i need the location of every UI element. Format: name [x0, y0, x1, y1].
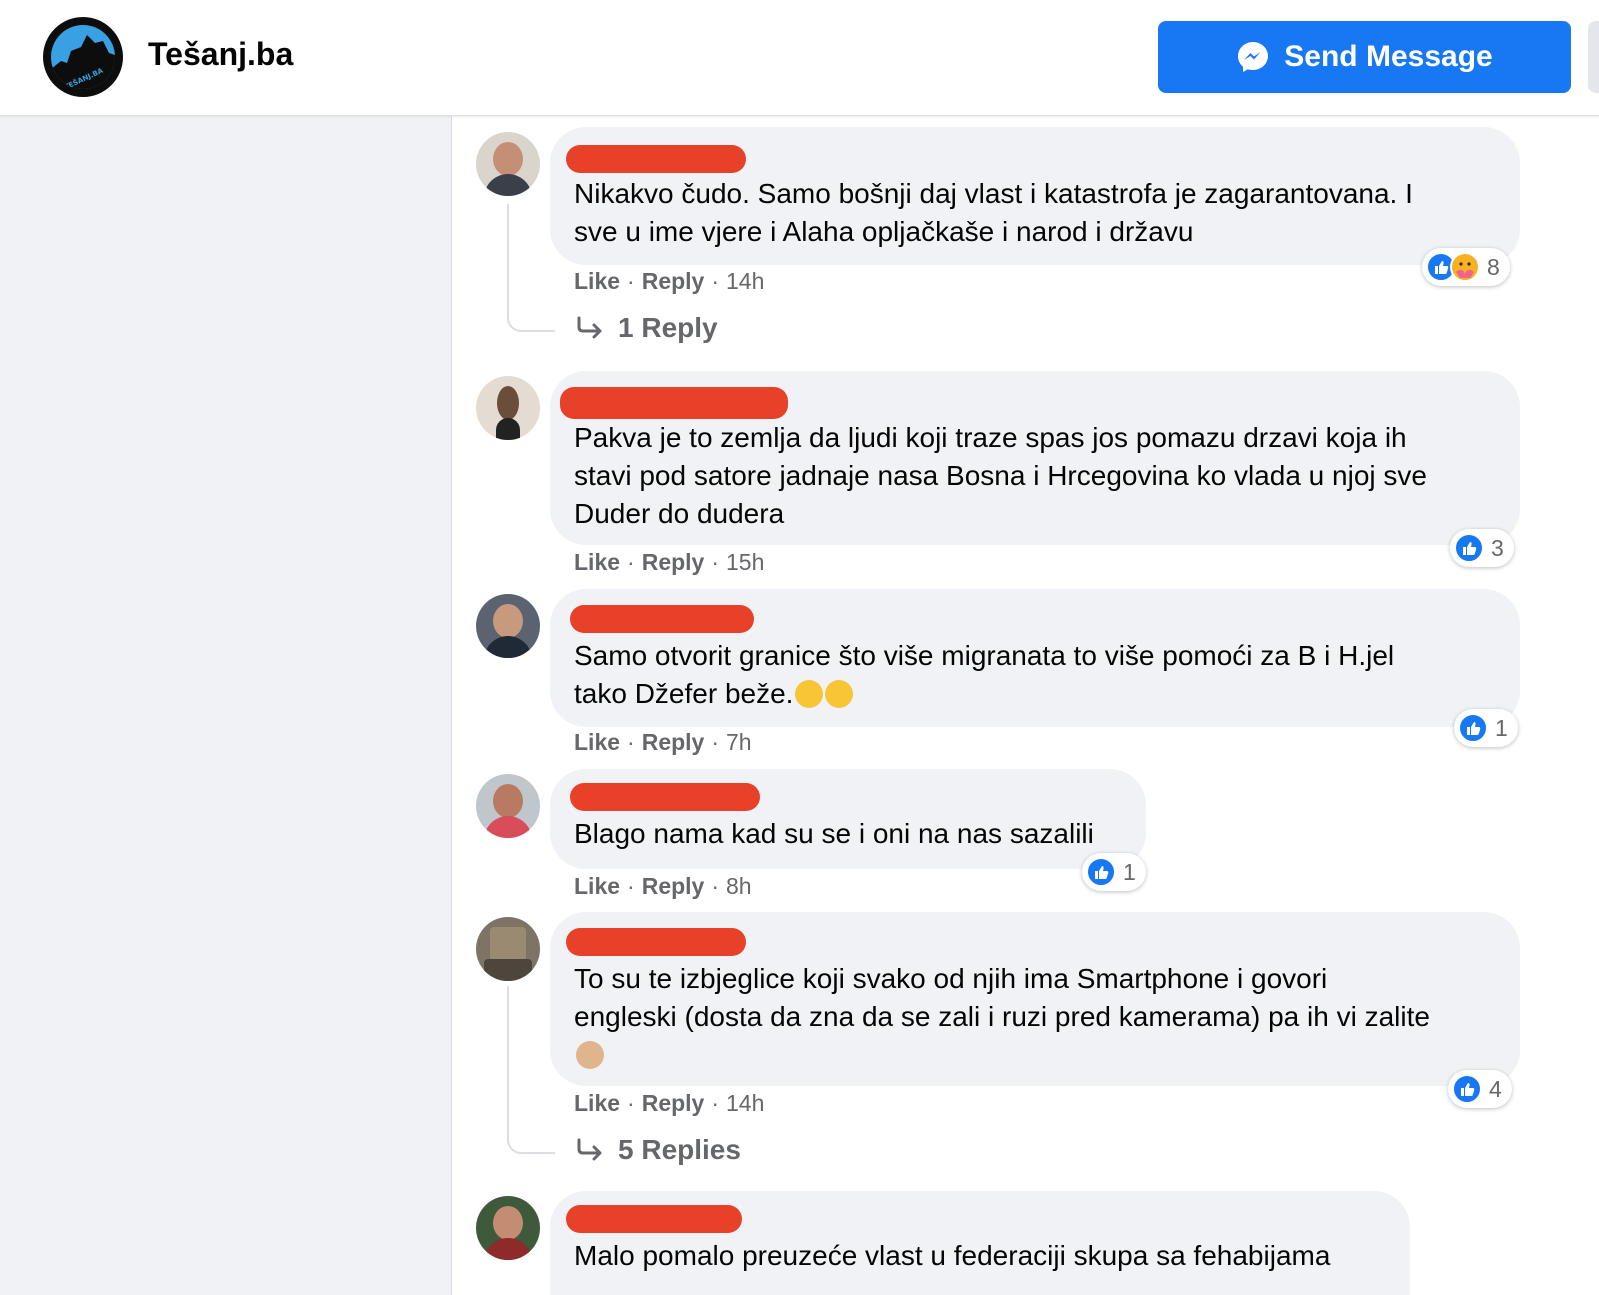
comment-actions: Like · Reply · 7h: [574, 729, 752, 756]
reaction-summary[interactable]: 3: [1450, 529, 1514, 567]
comment-text: To su te izbjeglice koji svako od njih i…: [574, 960, 1430, 1074]
comment-bubble: Pakva je to zemlja da ljudi koji traze s…: [550, 371, 1520, 545]
comment-bubble: Malo pomalo preuzeće vlast u federaciji …: [550, 1191, 1410, 1295]
like-link[interactable]: Like: [574, 1090, 620, 1117]
comment-line: stavi pod satore jadnaje nasa Bosna i Hr…: [574, 460, 1427, 491]
like-reaction-icon: [1454, 533, 1484, 563]
reply-arrow-icon: [577, 1138, 602, 1161]
comment-actions: Like · Reply · 8h: [574, 873, 752, 900]
avatar[interactable]: [476, 917, 540, 981]
comment-line: [574, 1036, 1430, 1074]
comment-actions: Like · Reply · 14h: [574, 1090, 765, 1117]
comment-bubble: Nikakvo čudo. Samo bošnji daj vlast i ka…: [550, 127, 1520, 265]
logo-emblem: TEŠANJ.BA: [51, 25, 115, 89]
comment-timestamp[interactable]: 8h: [726, 873, 752, 900]
comment-line: Duder do dudera: [574, 498, 785, 529]
reply-thread-line: [507, 986, 555, 1154]
reaction-summary[interactable]: 4: [1448, 1070, 1512, 1108]
laughing-emoji-icon: [825, 680, 854, 708]
redacted-author-name: [560, 387, 788, 419]
laughing-emoji-icon: [795, 680, 824, 708]
comment-line: Samo otvorit granice što više migranata …: [574, 640, 1395, 671]
page-header: TEŠANJ.BA Tešanj.ba Send Message: [0, 0, 1599, 116]
comment-line: To su te izbjeglice koji svako od njih i…: [574, 963, 1328, 994]
redacted-author-name: [566, 928, 746, 956]
replies-label: 5 Replies: [618, 1134, 741, 1165]
reaction-summary[interactable]: 8: [1422, 248, 1510, 286]
comment-bubble: Samo otvorit granice što više migranata …: [550, 589, 1520, 727]
like-link[interactable]: Like: [574, 268, 620, 295]
redacted-author-name: [566, 1205, 742, 1233]
reaction-count: 1: [1123, 858, 1136, 885]
care-reaction-icon: [1450, 252, 1480, 282]
comment-line: Pakva je to zemlja da ljudi koji traze s…: [574, 422, 1407, 453]
reaction-count: 8: [1487, 253, 1500, 280]
reply-arrow-icon: [577, 316, 602, 339]
comment-timestamp[interactable]: 7h: [726, 729, 752, 756]
messenger-icon: [1236, 40, 1270, 74]
comment-timestamp[interactable]: 14h: [726, 268, 764, 295]
reply-link[interactable]: Reply: [642, 549, 705, 576]
comment-text: Malo pomalo preuzeće vlast u federaciji …: [574, 1237, 1330, 1275]
reply-link[interactable]: Reply: [642, 873, 705, 900]
reaction-count: 1: [1495, 714, 1508, 741]
comment-line: Blago nama kad su se i oni na nas sazali…: [574, 818, 1094, 849]
comment-actions: Like · Reply · 14h: [574, 268, 765, 295]
comment-line: sve u ime vjere i Alaha opljačkaše i nar…: [574, 216, 1194, 247]
comments-panel: Nikakvo čudo. Samo bošnji daj vlast i ka…: [452, 116, 1599, 1295]
comment-line: Malo pomalo preuzeće vlast u federaciji …: [574, 1240, 1331, 1271]
redacted-author-name: [570, 605, 754, 633]
page-logo[interactable]: TEŠANJ.BA: [43, 17, 123, 97]
view-replies-link[interactable]: 5 Replies: [576, 1134, 741, 1166]
reply-link[interactable]: Reply: [642, 1090, 705, 1117]
comment-line-text: tako Džefer beže.: [574, 678, 794, 709]
reaction-count: 3: [1491, 534, 1504, 561]
comment-line: tako Džefer beže.: [574, 675, 1394, 713]
comment-line: engleski (dosta da zna da se zali i ruzi…: [574, 1001, 1430, 1032]
comment-text: Blago nama kad su se i oni na nas sazali…: [574, 815, 1094, 853]
page-title[interactable]: Tešanj.ba: [148, 36, 293, 73]
comment-text: Pakva je to zemlja da ljudi koji traze s…: [574, 419, 1427, 533]
like-reaction-icon: [1452, 1074, 1482, 1104]
avatar[interactable]: [476, 594, 540, 658]
facepalm-emoji-icon: [576, 1041, 604, 1069]
like-reaction-icon: [1086, 857, 1116, 887]
avatar[interactable]: [476, 132, 540, 196]
comment-timestamp[interactable]: 14h: [726, 1090, 764, 1117]
send-message-button[interactable]: Send Message: [1158, 21, 1571, 93]
reaction-summary[interactable]: 1: [1082, 853, 1146, 891]
reaction-count: 4: [1489, 1075, 1502, 1102]
comment-bubble: Blago nama kad su se i oni na nas sazali…: [550, 769, 1146, 869]
avatar[interactable]: [476, 774, 540, 838]
comment-bubble: To su te izbjeglice koji svako od njih i…: [550, 912, 1520, 1086]
comment-line: Nikakvo čudo. Samo bošnji daj vlast i ka…: [574, 178, 1413, 209]
redacted-author-name: [566, 145, 746, 173]
more-button[interactable]: [1588, 21, 1599, 93]
replies-label: 1 Reply: [618, 312, 718, 343]
view-replies-link[interactable]: 1 Reply: [576, 312, 718, 344]
avatar[interactable]: [476, 1196, 540, 1260]
comment-text: Nikakvo čudo. Samo bošnji daj vlast i ka…: [574, 175, 1413, 251]
comment-text: Samo otvorit granice što više migranata …: [574, 637, 1394, 713]
redacted-author-name: [570, 783, 760, 811]
like-link[interactable]: Like: [574, 729, 620, 756]
like-link[interactable]: Like: [574, 549, 620, 576]
reply-thread-line: [507, 204, 555, 332]
like-reaction-icon: [1458, 713, 1488, 743]
comment-actions: Like · Reply · 15h: [574, 549, 765, 576]
reply-link[interactable]: Reply: [642, 268, 705, 295]
comment-timestamp[interactable]: 15h: [726, 549, 764, 576]
left-column: [0, 116, 452, 1295]
like-link[interactable]: Like: [574, 873, 620, 900]
reaction-summary[interactable]: 1: [1454, 709, 1518, 747]
send-message-label: Send Message: [1284, 40, 1493, 73]
avatar[interactable]: [476, 376, 540, 440]
reply-link[interactable]: Reply: [642, 729, 705, 756]
